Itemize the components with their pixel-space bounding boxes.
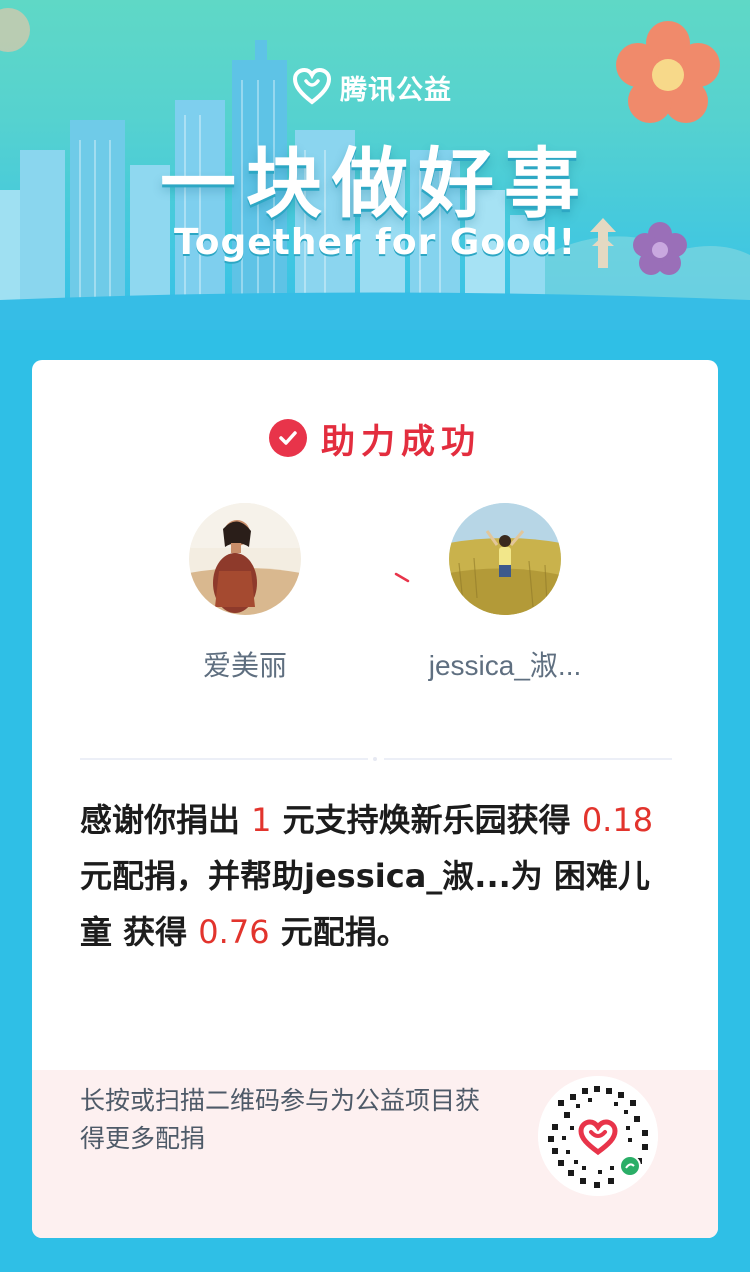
message-text: 元支持焕新乐园获得 — [271, 801, 582, 839]
divider — [384, 758, 672, 760]
result-card: 助力成功 爱美丽 jessica_淑... 感谢你捐出 1 元支持焕新乐园获得 … — [32, 360, 718, 1238]
divider-dot — [373, 757, 377, 761]
banner: 腾讯公益 一块做好事 Together for Good! — [0, 0, 750, 330]
message-text: 感谢你捐出 — [80, 801, 252, 839]
donor-avatar — [189, 503, 301, 615]
recipient-name: jessica_淑... — [428, 650, 582, 681]
success-status: 助力成功 — [32, 416, 718, 462]
flower-decoration-orange — [616, 21, 720, 123]
arrow-right-icon — [344, 572, 410, 583]
thank-you-message: 感谢你捐出 1 元支持焕新乐园获得 0.18 元配捐，并帮助jessica_淑.… — [80, 792, 672, 960]
donor-name: 爱美丽 — [202, 650, 287, 681]
heart-logo-icon — [292, 67, 332, 105]
matched-amount: 0.18 — [581, 801, 654, 839]
qr-hint: 长按或扫描二维码参与为公益项目获得更多配捐 — [80, 1087, 481, 1153]
divider — [80, 758, 368, 760]
qr-footer: 长按或扫描二维码参与为公益项目获得更多配捐 — [32, 1070, 718, 1238]
brand-name: 腾讯公益 — [340, 74, 452, 106]
check-icon — [269, 419, 307, 457]
slogan-chinese: 一块做好事 — [160, 139, 590, 228]
helped-matched-amount: 0.76 — [198, 913, 270, 951]
success-title: 助力成功 — [321, 421, 481, 462]
message-text: 元配捐。 — [269, 913, 409, 951]
recipient-avatar — [449, 503, 561, 615]
mini-program-qr-code[interactable] — [538, 1076, 658, 1196]
slogan-english: Together for Good! — [173, 222, 577, 263]
donation-amount: 1 — [251, 801, 272, 839]
brand-logo: 腾讯公益 — [292, 66, 452, 108]
